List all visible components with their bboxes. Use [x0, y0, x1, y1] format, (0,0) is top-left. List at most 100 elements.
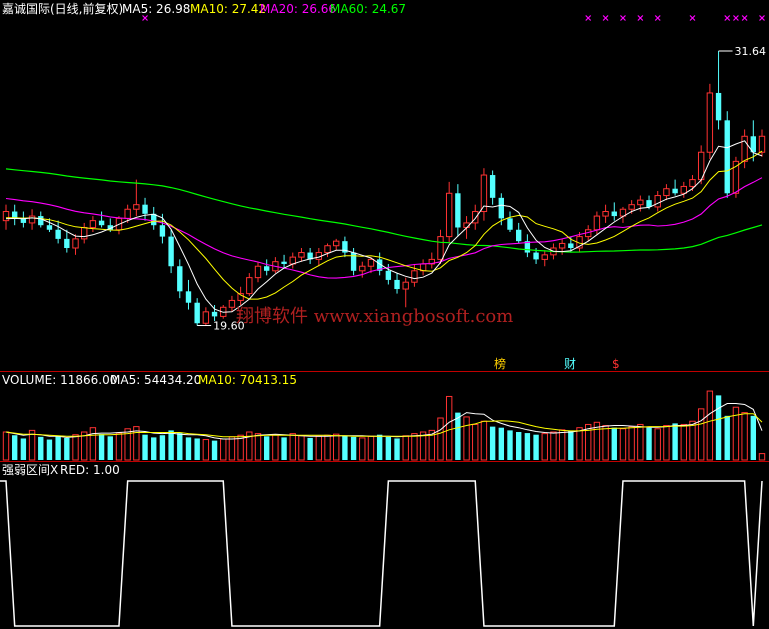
candle-body-up — [445, 192, 453, 238]
signal-marker — [602, 15, 609, 21]
candle-body-up — [124, 208, 131, 219]
high-price-label: 31.64 — [735, 45, 767, 58]
candle-body-down — [724, 120, 730, 194]
volume-bar-down — [533, 434, 539, 460]
price-candlestick-panel: 31.6419.60 — [2, 15, 767, 333]
volume-bar-up — [315, 435, 323, 461]
volume-bar-up — [706, 390, 714, 461]
signal-marker — [733, 15, 739, 21]
candle-body-down — [350, 252, 357, 271]
strength-indicator-panel — [0, 480, 763, 627]
candle-body-down — [489, 175, 496, 198]
volume-bar-down — [307, 437, 313, 460]
volume-bar-up — [202, 439, 210, 461]
candle-body-up — [202, 311, 210, 324]
candle-body-up — [359, 265, 366, 272]
volume-bar-up — [689, 420, 696, 461]
volume-bar-up — [298, 435, 305, 461]
candle-body-down — [715, 92, 722, 121]
main-ma5-label: MA5: 26.98 — [122, 2, 190, 16]
candle-body-up — [558, 242, 566, 249]
candle-body-down — [281, 261, 287, 264]
candle-body-down — [507, 218, 513, 230]
signal-marker — [654, 15, 661, 21]
candle-body-down — [568, 243, 574, 248]
candle-body-down — [159, 225, 166, 237]
volume-bar-down — [168, 430, 174, 460]
volume-bar-up — [333, 433, 340, 461]
candle-body-down — [611, 211, 617, 217]
signal-marker — [759, 15, 765, 21]
volume-bar-down — [211, 440, 218, 460]
candle-body-down — [646, 200, 652, 207]
volume-bar-up — [89, 427, 97, 461]
volume-bar-down — [498, 427, 505, 460]
main-title: 嘉诚国际(日线,前复权) — [2, 1, 123, 16]
volume-bar-up — [2, 431, 10, 461]
volume-bar-down — [20, 438, 27, 460]
volume-bar-down — [107, 436, 113, 460]
candle-body-down — [515, 229, 522, 242]
volume-bar-down — [646, 427, 652, 460]
marker-cai: 财 — [564, 357, 576, 371]
strength-indicator-line — [0, 480, 763, 627]
candle-body-up — [133, 204, 140, 210]
candle-body-down — [98, 220, 105, 226]
candle-body-up — [28, 215, 36, 224]
volume-bar-up — [463, 416, 470, 461]
volume-bar-down — [55, 435, 61, 460]
volume-bar-down — [672, 423, 678, 460]
volume-bar-up — [558, 429, 566, 461]
volume-bar-up — [228, 436, 236, 461]
candle-body-up — [324, 245, 331, 254]
volume-bar-down — [750, 415, 757, 460]
volume-bar-up — [758, 453, 766, 461]
candle-body-up — [402, 281, 409, 290]
candle-body-down — [177, 266, 183, 292]
volume-bar-down — [394, 438, 400, 460]
candle-body-down — [142, 204, 148, 214]
signal-marker — [620, 15, 626, 21]
candle-body-up — [72, 238, 79, 249]
volume-ma10-label: MA10: 70413.15 — [198, 373, 297, 387]
volume-bar-up — [680, 423, 687, 461]
volume-bar-up — [402, 435, 409, 461]
signal-marker — [637, 15, 644, 21]
volume-bar-down — [281, 437, 287, 460]
candle-body-up — [472, 211, 479, 224]
volume-bar-down — [263, 436, 270, 460]
volume-bar-up — [220, 438, 227, 461]
volume-panel — [2, 390, 766, 461]
main-ma20-label: MA20: 26.66 — [260, 2, 336, 16]
volume-bar-up — [445, 395, 453, 461]
marker-bang: 榜 — [494, 356, 506, 371]
candle-body-up — [367, 258, 375, 267]
volume-bar-up — [550, 431, 557, 461]
volume-bar-up — [472, 423, 479, 461]
candle-body-up — [541, 254, 548, 260]
candle-body-up — [437, 236, 444, 260]
volume-bar-down — [142, 434, 148, 460]
candle-body-down — [168, 236, 174, 267]
volume-bar-up — [619, 428, 627, 461]
candle-body-down — [672, 188, 678, 194]
candle-body-up — [741, 135, 748, 162]
candle-body-down — [211, 311, 218, 317]
candle-body-up — [246, 277, 253, 295]
volume-bar-up — [480, 420, 488, 461]
volume-bar-down — [342, 435, 348, 460]
candle-body-down — [194, 302, 200, 324]
candle-body-up — [689, 179, 696, 187]
signal-marker — [741, 15, 748, 21]
volume-ma5-label: MA5: 54434.20 — [110, 373, 201, 387]
volume-bar-up — [697, 408, 705, 461]
volume-bar-up — [741, 412, 748, 461]
volume-bar-down — [185, 437, 192, 460]
stock-chart: 31.6419.60 翔博软件 www.xiangbosoft.com 嘉诚国际… — [0, 1, 769, 627]
candle-body-up — [333, 240, 340, 247]
candle-body-down — [498, 197, 505, 219]
candle-body-up — [228, 299, 236, 308]
candle-body-down — [263, 266, 270, 271]
volume-bar-down — [724, 415, 730, 460]
candle-body-up — [706, 92, 714, 153]
